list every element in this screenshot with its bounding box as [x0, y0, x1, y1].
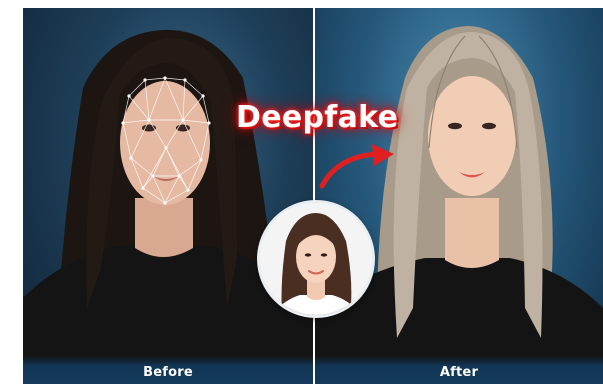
before-caption-bar: Before	[23, 356, 313, 384]
after-caption: After	[439, 365, 479, 380]
source-face-thumbnail	[257, 200, 375, 318]
after-panel: After	[315, 8, 603, 384]
deepfake-title: Deepfake	[236, 100, 399, 135]
red-arrow-icon	[319, 144, 394, 189]
after-caption-bar: After	[315, 356, 603, 384]
comparison-image: Before After Deepfake	[0, 0, 603, 384]
source-face-portrait	[260, 203, 372, 315]
before-caption: Before	[143, 365, 193, 380]
after-portrait	[315, 26, 603, 384]
before-panel: Before	[23, 8, 313, 384]
before-portrait	[23, 29, 313, 384]
